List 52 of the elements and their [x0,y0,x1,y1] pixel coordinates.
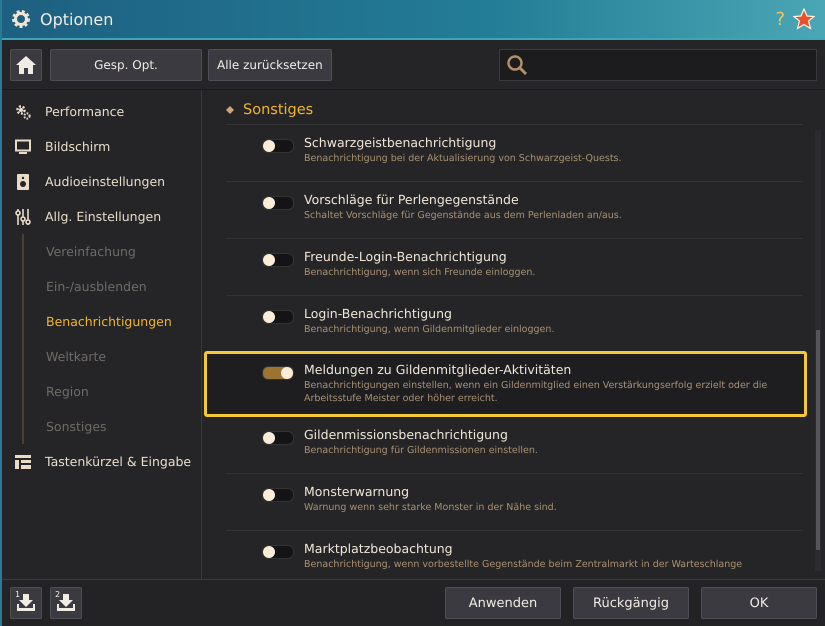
toggle-switch[interactable] [262,545,294,559]
toggle-switch[interactable] [262,431,294,445]
setting-description: Benachrichtigung, wenn sich Freunde einloggen. [304,267,536,280]
setting-description: Benachrichtigung, wenn vorbestellte Gegenstände beim Zentralmarkt in der Warteschlange [304,559,742,572]
toggle-switch[interactable] [262,366,294,380]
sliders-icon [15,208,31,224]
gears-icon [15,104,31,120]
setting-description: Benachrichtigung für Gildenmissionen einstellen. [304,445,538,458]
toggle-switch[interactable] [262,253,294,267]
setting-title: Meldungen zu Gildenmitglieder-Aktivitäten [304,362,572,377]
sidebar-item[interactable]: Audioeinstellungen [2,164,201,199]
search-icon [506,54,528,76]
setting-title: Monsterwarnung [304,484,410,499]
setting-title: Vorschläge für Perlengegenstände [304,192,520,207]
setting-title: Schwarzgeistbenachrichtigung [304,135,498,150]
search-field[interactable] [499,48,817,80]
section-title: Sonstiges [243,102,314,118]
diamond-icon [226,106,234,114]
toggle-switch[interactable] [262,310,294,324]
layout-icon [15,454,31,470]
speaker-icon [15,174,31,190]
reset-all-button[interactable]: Alle zurücksetzen [208,48,332,80]
save-slot-button[interactable]: 2 [50,587,82,619]
home-button[interactable] [10,48,42,80]
toggle-switch[interactable] [262,488,294,502]
setting-description: Warnung wenn sehr starke Monster in der Nähe sind. [304,502,557,515]
saved-options-button[interactable]: Gesp. Opt. [50,48,202,80]
undo-button[interactable]: Rückgängig [573,587,689,619]
setting-description: Benachrichtigungen einstellen, wenn ein Gildenmitglied einen Verstärkungserfolg erzielt oder die Arbeitsstufe Meister oder höher erreicht. [304,380,768,406]
apply-button[interactable]: Anwenden [445,587,561,619]
setting-description: Schaltet Vorschläge für Gegenstände aus dem Perlenladen an/aus. [304,210,622,223]
ok-button[interactable]: OK [701,587,817,619]
setting-title: Gildenmissionsbenachrichtigung [304,427,509,442]
sidebar-item[interactable]: Performance [2,94,201,129]
sidebar-item[interactable]: Bildschirm [2,129,201,164]
setting-description: Benachrichtigung bei der Aktualisierung von Schwarzgeist-Quests. [304,153,622,166]
setting-description: Benachrichtigung, wenn Gildenmitglieder einloggen. [304,324,554,337]
monitor-icon [15,138,31,154]
setting-title: Login-Benachrichtigung [304,306,453,321]
star-icon [793,8,815,30]
window-title: Optionen [40,10,114,28]
scrollbar[interactable] [815,130,821,571]
setting-title: Marktplatzbeobachtung [304,541,454,556]
settings-icon [10,8,32,30]
save-slot-button[interactable]: 1 [10,587,42,619]
setting-title: Freunde-Login-Benachrichtigung [304,249,508,264]
home-icon [15,54,37,74]
sidebar-item[interactable]: Allg. Einstellungen [2,199,201,234]
toggle-switch[interactable] [262,139,294,153]
sidebar-subitem[interactable]: Benachrichtigungen [24,304,201,339]
toggle-switch[interactable] [262,196,294,210]
sidebar-item[interactable]: Tastenkürzel & Eingabe [2,444,201,479]
